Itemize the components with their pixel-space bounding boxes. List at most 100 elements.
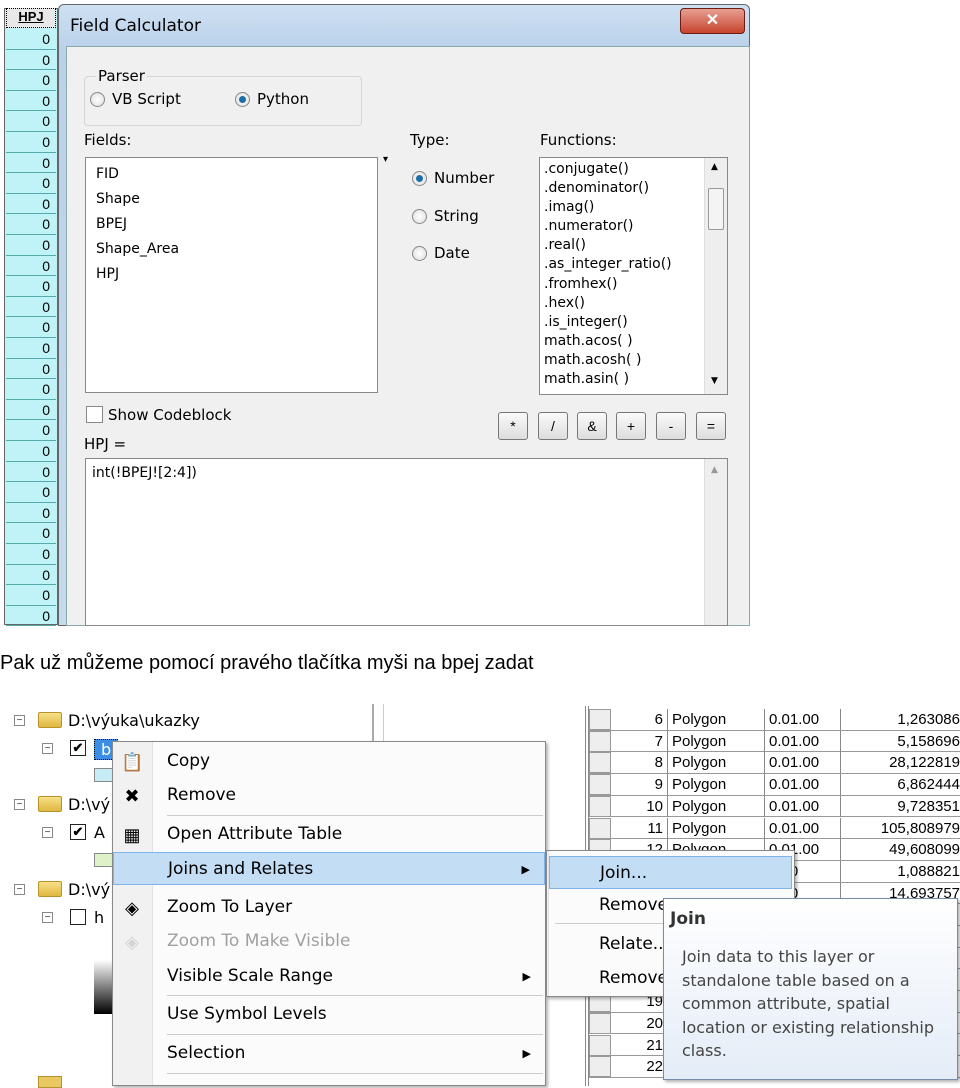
- collapse-icon[interactable]: −: [42, 827, 53, 838]
- function-item[interactable]: .is_integer(): [540, 313, 727, 332]
- hpj-cell[interactable]: 0: [6, 132, 56, 153]
- close-button[interactable]: ✕: [680, 8, 745, 34]
- functions-scrollbar[interactable]: ▲ ▼: [704, 158, 727, 394]
- row-selector[interactable]: [589, 1034, 611, 1056]
- functions-list[interactable]: .conjugate() .denominator() .imag() .numera…: [539, 157, 728, 395]
- hpj-cell[interactable]: 0: [6, 585, 56, 606]
- hpj-cell[interactable]: 0: [6, 359, 56, 380]
- show-codeblock-checkbox[interactable]: [86, 406, 103, 423]
- operator-button[interactable]: /: [538, 412, 568, 440]
- menu-item-visible-scale-range[interactable]: Visible Scale Range ▶: [113, 960, 545, 993]
- row-selector[interactable]: [589, 1012, 611, 1034]
- menu-item-use-symbol-levels[interactable]: Use Symbol Levels: [113, 998, 545, 1031]
- function-item[interactable]: .real(): [540, 236, 727, 255]
- hpj-cell[interactable]: 0: [6, 379, 56, 400]
- menu-item-open-attribute-table[interactable]: Open Attribute Table ▦: [113, 818, 545, 851]
- expression-scrollbar[interactable]: ▲: [704, 459, 727, 625]
- function-item[interactable]: math.acosh( ): [540, 351, 727, 370]
- toc-layer[interactable]: h: [94, 908, 104, 927]
- submenu-item[interactable]: Join...: [549, 856, 792, 889]
- table-row[interactable]: 6 Polygon 0.01.00 1,263086: [589, 709, 960, 731]
- layer-checkbox[interactable]: [70, 909, 86, 925]
- row-selector[interactable]: [589, 730, 611, 752]
- expression-input[interactable]: int(!BPEJ![2:4]) ▲: [85, 458, 728, 626]
- toc-layer[interactable]: A: [94, 823, 105, 842]
- sort-icon[interactable]: ▾: [383, 154, 388, 165]
- hpj-cell[interactable]: 0: [6, 153, 56, 174]
- row-selector[interactable]: [589, 774, 611, 796]
- menu-item-remove[interactable]: Remove ✖: [113, 779, 545, 812]
- fields-list[interactable]: FID Shape BPEJ Shape_Area HPJ: [85, 157, 378, 393]
- hpj-cell[interactable]: 0: [6, 276, 56, 297]
- hpj-cell[interactable]: 0: [6, 523, 56, 544]
- hpj-cell[interactable]: 0: [6, 91, 56, 112]
- type-radio-string[interactable]: [412, 208, 427, 224]
- toc-folder[interactable]: D:\vý: [68, 795, 110, 814]
- hpj-cell[interactable]: 0: [6, 482, 56, 503]
- field-item[interactable]: Shape: [86, 187, 377, 212]
- hpj-cell[interactable]: 0: [6, 606, 56, 627]
- hpj-cell[interactable]: 0: [6, 400, 56, 421]
- collapse-icon[interactable]: −: [42, 743, 53, 754]
- hpj-cell[interactable]: 0: [6, 565, 56, 586]
- hpj-cell[interactable]: 0: [6, 235, 56, 256]
- hpj-cell[interactable]: 0: [6, 70, 56, 91]
- scroll-down-icon[interactable]: ▼: [711, 376, 718, 386]
- toc-folder[interactable]: D:\výuka\ukazky: [68, 711, 200, 730]
- hpj-cell[interactable]: 0: [6, 338, 56, 359]
- menu-item-selection[interactable]: Selection ▶: [113, 1037, 545, 1070]
- hpj-cell[interactable]: 0: [6, 420, 56, 441]
- scroll-thumb[interactable]: [708, 188, 724, 230]
- function-item[interactable]: math.acos( ): [540, 332, 727, 351]
- function-item[interactable]: .hex(): [540, 294, 727, 313]
- operator-button[interactable]: *: [498, 412, 528, 440]
- function-item[interactable]: .denominator(): [540, 179, 727, 198]
- hpj-cell[interactable]: 0: [6, 441, 56, 462]
- table-row[interactable]: 10 Polygon 0.01.00 9,728351: [589, 795, 960, 818]
- function-item[interactable]: .as_integer_ratio(): [540, 255, 727, 274]
- menu-item-zoom-to-make-visible[interactable]: Zoom To Make Visible ◈: [113, 925, 545, 958]
- row-selector[interactable]: [589, 1056, 611, 1078]
- hpj-cell[interactable]: 0: [6, 544, 56, 565]
- hpj-cell[interactable]: 0: [6, 173, 56, 194]
- row-selector[interactable]: [589, 709, 611, 730]
- hpj-cell[interactable]: 0: [6, 29, 56, 50]
- scroll-up-icon[interactable]: ▲: [711, 162, 718, 172]
- table-row[interactable]: 11 Polygon 0.01.00 105,808979: [589, 817, 960, 840]
- table-row[interactable]: 9 Polygon 0.01.00 6,862444: [589, 774, 960, 796]
- function-item[interactable]: .conjugate(): [540, 160, 727, 179]
- operator-button[interactable]: &: [577, 412, 607, 440]
- menu-item-zoom-to-layer[interactable]: Zoom To Layer ◈: [113, 891, 545, 924]
- hpj-cell[interactable]: 0: [6, 317, 56, 338]
- row-selector[interactable]: [589, 752, 611, 774]
- row-selector[interactable]: [589, 817, 611, 839]
- table-row[interactable]: 7 Polygon 0.01.00 5,158696: [589, 730, 960, 753]
- hpj-cell[interactable]: 0: [6, 214, 56, 235]
- row-selector[interactable]: [589, 795, 611, 817]
- collapse-icon[interactable]: −: [14, 799, 25, 810]
- python-radio[interactable]: [235, 92, 250, 107]
- field-item[interactable]: Shape_Area: [86, 237, 377, 262]
- operator-button[interactable]: -: [656, 412, 686, 440]
- layer-checkbox[interactable]: ✔: [70, 740, 86, 756]
- column-header-hpj[interactable]: HPJ: [6, 8, 56, 28]
- hpj-cell[interactable]: 0: [6, 462, 56, 483]
- collapse-icon[interactable]: −: [14, 884, 25, 895]
- hpj-cell[interactable]: 0: [6, 194, 56, 215]
- hpj-cell[interactable]: 0: [6, 50, 56, 71]
- field-item[interactable]: BPEJ: [86, 212, 377, 237]
- hpj-cell[interactable]: 0: [6, 297, 56, 318]
- field-item[interactable]: HPJ: [86, 262, 377, 287]
- function-item[interactable]: math.asin( ): [540, 370, 727, 389]
- layer-checkbox[interactable]: ✔: [70, 824, 86, 840]
- type-radio-date[interactable]: [412, 246, 427, 261]
- type-radio-number[interactable]: [412, 171, 427, 186]
- function-item[interactable]: .imag(): [540, 198, 727, 217]
- collapse-icon[interactable]: −: [14, 715, 25, 726]
- hpj-cell[interactable]: 0: [6, 111, 56, 132]
- table-row[interactable]: 8 Polygon 0.01.00 28,122819: [589, 752, 960, 775]
- operator-button[interactable]: =: [696, 412, 726, 440]
- vbscript-radio[interactable]: [90, 92, 105, 107]
- hpj-cell[interactable]: 0: [6, 256, 56, 277]
- hpj-cell[interactable]: 0: [6, 503, 56, 524]
